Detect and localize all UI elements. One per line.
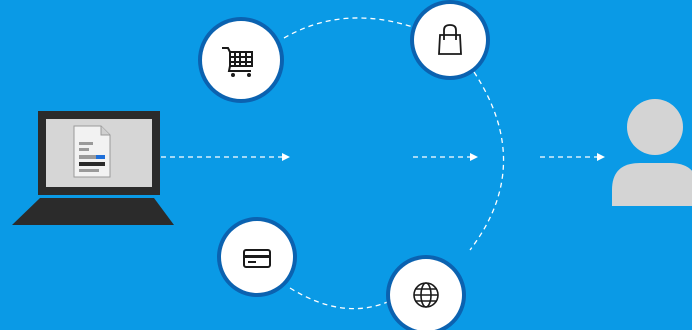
- diagram-canvas: [0, 0, 692, 330]
- node-credit-card: [217, 217, 297, 297]
- node-shopping-cart: [198, 17, 284, 103]
- document-icon: [73, 125, 111, 178]
- node-shopping-bag: [410, 0, 490, 80]
- payment-flow-diagram: [0, 0, 692, 330]
- laptop-base: [12, 198, 174, 225]
